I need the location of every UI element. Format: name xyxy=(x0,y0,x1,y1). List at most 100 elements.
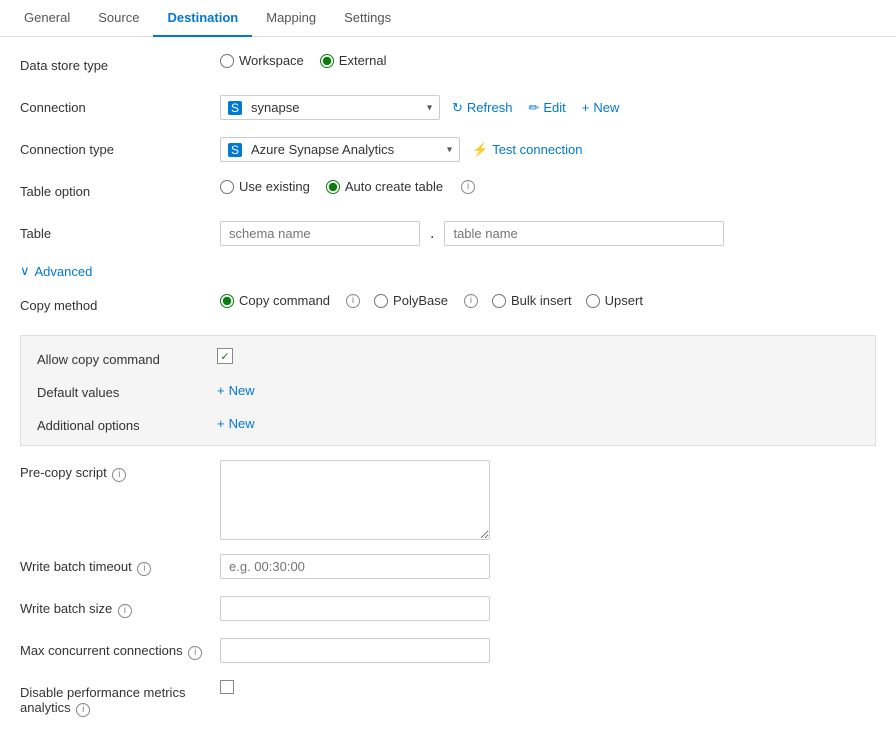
default-values-controls: + New xyxy=(217,381,255,400)
radio-copy-command[interactable]: Copy command xyxy=(220,293,330,308)
copy-command-expanded-section: Allow copy command ✓ Default values + Ne… xyxy=(20,335,876,446)
form-body: Data store type Workspace External Conne… xyxy=(0,37,896,747)
write-batch-size-label-text: Write batch size xyxy=(20,601,112,616)
schema-name-input[interactable] xyxy=(220,221,420,246)
default-values-new-button[interactable]: + New xyxy=(217,381,255,400)
write-batch-size-info-icon: i xyxy=(118,604,132,618)
pre-copy-script-label-text: Pre-copy script xyxy=(20,465,107,480)
tab-mapping[interactable]: Mapping xyxy=(252,0,330,37)
edit-label: Edit xyxy=(543,100,565,115)
radio-polybase[interactable]: PolyBase xyxy=(374,293,448,308)
connection-row: Connection S synapse ▾ ↻ Refresh ✏ Edit … xyxy=(20,95,876,123)
default-values-new-label: New xyxy=(229,383,255,398)
tab-settings[interactable]: Settings xyxy=(330,0,405,37)
pre-copy-script-controls xyxy=(220,460,876,540)
plus-icon: + xyxy=(582,100,590,115)
radio-auto-create[interactable]: Auto create table xyxy=(326,179,443,194)
radio-auto-create-input[interactable] xyxy=(326,180,340,194)
write-batch-timeout-input[interactable] xyxy=(220,554,490,579)
radio-upsert[interactable]: Upsert xyxy=(586,293,643,308)
test-conn-icon: ⚡ xyxy=(472,142,488,158)
write-batch-timeout-label: Write batch timeout i xyxy=(20,554,220,576)
tab-destination[interactable]: Destination xyxy=(153,0,252,37)
synapse-type-icon: S xyxy=(228,143,242,157)
write-batch-timeout-controls xyxy=(220,554,876,579)
pre-copy-script-textarea[interactable] xyxy=(220,460,490,540)
write-batch-size-input[interactable] xyxy=(220,596,490,621)
copy-method-controls: Copy command i PolyBase i Bulk insert Up… xyxy=(220,293,876,308)
radio-upsert-input[interactable] xyxy=(586,294,600,308)
radio-external[interactable]: External xyxy=(320,53,387,68)
additional-options-new-button[interactable]: + New xyxy=(217,414,255,433)
synapse-icon: S xyxy=(228,101,242,115)
table-label: Table xyxy=(20,221,220,241)
advanced-toggle[interactable]: ∨ Advanced xyxy=(20,263,876,279)
test-connection-button[interactable]: ⚡ Test connection xyxy=(468,140,587,160)
new-button[interactable]: + New xyxy=(578,98,624,117)
radio-copy-command-input[interactable] xyxy=(220,294,234,308)
tab-general[interactable]: General xyxy=(10,0,84,37)
max-concurrent-connections-controls xyxy=(220,638,876,663)
radio-use-existing[interactable]: Use existing xyxy=(220,179,310,194)
plus-icon-dv: + xyxy=(217,383,225,398)
radio-workspace-label: Workspace xyxy=(239,53,304,68)
advanced-label: Advanced xyxy=(35,264,93,279)
refresh-label: Refresh xyxy=(467,100,513,115)
write-batch-timeout-label-text: Write batch timeout xyxy=(20,559,132,574)
dot-separator: . xyxy=(428,225,436,243)
allow-copy-command-controls: ✓ xyxy=(217,348,233,364)
table-option-row: Table option Use existing Auto create ta… xyxy=(20,179,876,207)
radio-copy-command-label: Copy command xyxy=(239,293,330,308)
disable-performance-metrics-checkbox[interactable] xyxy=(220,680,234,694)
disable-performance-metrics-controls xyxy=(220,680,876,694)
additional-options-new-label: New xyxy=(229,416,255,431)
radio-bulk-insert-input[interactable] xyxy=(492,294,506,308)
data-store-type-controls: Workspace External xyxy=(220,53,876,68)
radio-use-existing-input[interactable] xyxy=(220,180,234,194)
data-store-type-label: Data store type xyxy=(20,53,220,73)
table-controls: . xyxy=(220,221,876,246)
max-concurrent-connections-label-text: Max concurrent connections xyxy=(20,643,183,658)
edit-button[interactable]: ✏ Edit xyxy=(524,98,569,118)
disable-performance-metrics-info-icon: i xyxy=(76,703,90,717)
tab-source[interactable]: Source xyxy=(84,0,153,37)
allow-copy-command-row: Allow copy command ✓ xyxy=(37,348,859,367)
write-batch-timeout-info-icon: i xyxy=(137,562,151,576)
max-concurrent-connections-label: Max concurrent connections i xyxy=(20,638,220,660)
refresh-button[interactable]: ↻ Refresh xyxy=(448,98,516,118)
write-batch-size-controls xyxy=(220,596,876,621)
polybase-info-icon: i xyxy=(464,294,478,308)
radio-workspace-input[interactable] xyxy=(220,54,234,68)
max-concurrent-connections-input[interactable] xyxy=(220,638,490,663)
copy-command-info-icon: i xyxy=(346,294,360,308)
radio-bulk-insert-label: Bulk insert xyxy=(511,293,572,308)
radio-polybase-label: PolyBase xyxy=(393,293,448,308)
radio-upsert-label: Upsert xyxy=(605,293,643,308)
additional-options-label: Additional options xyxy=(37,414,217,433)
write-batch-size-label: Write batch size i xyxy=(20,596,220,618)
data-store-type-row: Data store type Workspace External xyxy=(20,53,876,81)
radio-bulk-insert[interactable]: Bulk insert xyxy=(492,293,572,308)
max-concurrent-connections-row: Max concurrent connections i xyxy=(20,638,876,666)
connection-label: Connection xyxy=(20,95,220,115)
pre-copy-script-label: Pre-copy script i xyxy=(20,460,220,482)
connection-select[interactable]: synapse xyxy=(220,95,440,120)
write-batch-size-row: Write batch size i xyxy=(20,596,876,624)
connection-type-label: Connection type xyxy=(20,137,220,157)
default-values-label: Default values xyxy=(37,381,217,400)
connection-type-select[interactable]: Azure Synapse Analytics xyxy=(220,137,460,162)
connection-type-controls: S Azure Synapse Analytics ▾ ⚡ Test conne… xyxy=(220,137,876,162)
radio-external-input[interactable] xyxy=(320,54,334,68)
refresh-icon: ↻ xyxy=(452,100,463,116)
pre-copy-script-info-icon: i xyxy=(112,468,126,482)
radio-external-label: External xyxy=(339,53,387,68)
connection-select-wrap: S synapse ▾ xyxy=(220,95,440,120)
radio-polybase-input[interactable] xyxy=(374,294,388,308)
radio-workspace[interactable]: Workspace xyxy=(220,53,304,68)
allow-copy-command-checkbox[interactable]: ✓ xyxy=(217,348,233,364)
table-name-input[interactable] xyxy=(444,221,724,246)
connection-controls: S synapse ▾ ↻ Refresh ✏ Edit + New xyxy=(220,95,876,120)
pre-copy-script-row: Pre-copy script i xyxy=(20,460,876,540)
default-values-row: Default values + New xyxy=(37,381,859,400)
write-batch-timeout-row: Write batch timeout i xyxy=(20,554,876,582)
